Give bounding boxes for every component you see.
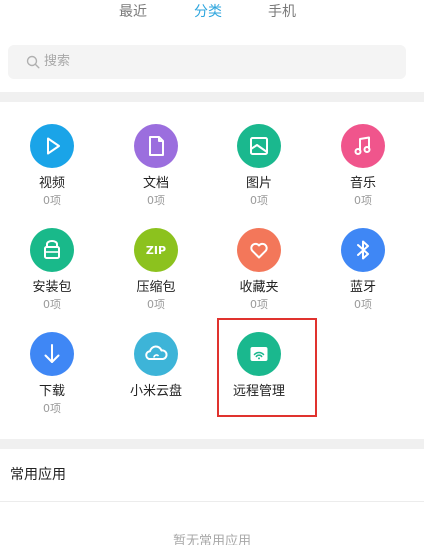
search-icon — [26, 55, 40, 69]
category-favorites[interactable]: 收藏夹 0项 — [209, 228, 309, 328]
category-icon-bg — [341, 228, 385, 272]
category-count: 0项 — [147, 194, 165, 207]
category-downloads[interactable]: 下载 0项 — [2, 332, 102, 432]
bluetooth-icon — [341, 228, 385, 272]
category-name: 小米云盘 — [129, 384, 182, 399]
category-icon-bg — [341, 124, 385, 168]
section-gap — [0, 92, 424, 102]
download-icon — [30, 332, 74, 376]
category-count: 0项 — [43, 298, 61, 311]
package-icon — [30, 228, 74, 272]
section-gap — [0, 439, 424, 449]
zip-icon: ZIP — [134, 228, 178, 272]
category-name: 下载 — [38, 384, 65, 399]
category-count: 0项 — [250, 194, 268, 207]
divider — [0, 501, 424, 502]
category-icon-bg — [30, 332, 74, 376]
category-icon-bg — [30, 228, 74, 272]
music-note-icon — [341, 124, 385, 168]
zip-icon-label: ZIP — [146, 244, 166, 257]
category-count: 0项 — [43, 194, 61, 207]
image-icon — [237, 124, 281, 168]
category-count: 0项 — [147, 298, 165, 311]
category-name: 安装包 — [32, 280, 72, 295]
category-count: 0项 — [354, 194, 372, 207]
tab-categories[interactable]: 分类 — [194, 0, 222, 24]
common-apps-section: 常用应用 暂无常用应用 — [0, 449, 424, 545]
category-count: 0项 — [43, 402, 61, 415]
common-apps-empty-text: 暂无常用应用 — [172, 534, 251, 545]
category-icon-bg — [237, 124, 281, 168]
category-icon-bg: ZIP — [134, 228, 178, 272]
category-bluetooth[interactable]: 蓝牙 0项 — [313, 228, 413, 328]
category-name: 视频 — [38, 176, 65, 191]
category-music[interactable]: 音乐 0项 — [313, 124, 413, 224]
file-manager-page: 最近 分类 手机 搜索 视频 0项 文档 0项 图片 0项 音乐 0项 安装包 … — [0, 0, 424, 545]
category-name: 收藏夹 — [239, 280, 279, 295]
cloud-icon — [134, 332, 178, 376]
tab-phone[interactable]: 手机 — [268, 0, 296, 24]
category-images[interactable]: 图片 0项 — [209, 124, 309, 224]
search-placeholder: 搜索 — [44, 54, 71, 69]
search-input[interactable]: 搜索 — [8, 45, 406, 79]
highlight-box — [217, 318, 317, 417]
category-tabs: 最近 分类 手机 — [0, 0, 424, 28]
category-name: 图片 — [245, 176, 272, 191]
category-video[interactable]: 视频 0项 — [2, 124, 102, 224]
play-icon — [30, 124, 74, 168]
category-name: 文档 — [142, 176, 169, 191]
category-grid: 视频 0项 文档 0项 图片 0项 音乐 0项 安装包 0项 ZIP 压缩包 0… — [0, 102, 424, 439]
tab-recent[interactable]: 最近 — [119, 0, 147, 24]
category-archives[interactable]: ZIP 压缩包 0项 — [106, 228, 206, 328]
category-apk[interactable]: 安装包 0项 — [2, 228, 102, 328]
category-icon-bg — [134, 332, 178, 376]
common-apps-title: 常用应用 — [10, 467, 66, 483]
category-documents[interactable]: 文档 0项 — [106, 124, 206, 224]
category-count: 0项 — [250, 298, 268, 311]
search-section: 搜索 — [0, 28, 424, 92]
category-count: 0项 — [354, 298, 372, 311]
category-name: 音乐 — [349, 176, 376, 191]
category-name: 压缩包 — [136, 280, 176, 295]
heart-icon — [237, 228, 281, 272]
category-icon-bg — [134, 124, 178, 168]
category-mi-cloud[interactable]: 小米云盘 — [106, 332, 206, 432]
category-icon-bg — [237, 228, 281, 272]
category-name: 蓝牙 — [349, 280, 376, 295]
document-icon — [134, 124, 178, 168]
category-icon-bg — [30, 124, 74, 168]
